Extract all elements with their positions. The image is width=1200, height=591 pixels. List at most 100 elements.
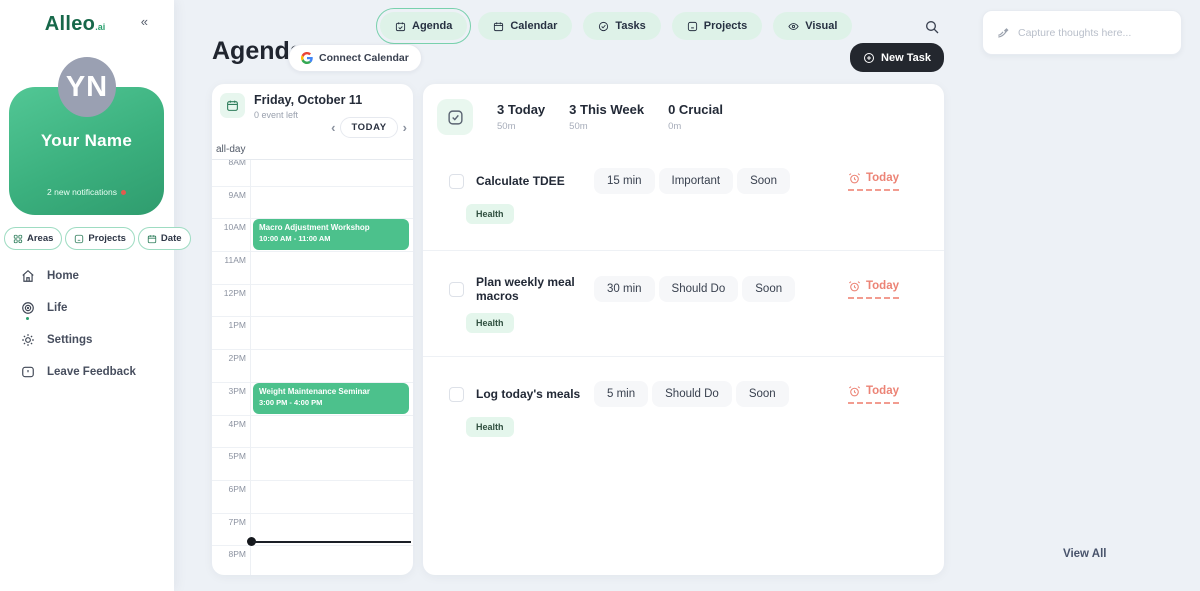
alarm-clock-icon xyxy=(848,172,861,185)
hour-row: 4PM xyxy=(212,415,413,448)
notifications-text[interactable]: 2 new notifications xyxy=(9,187,164,197)
gear-icon xyxy=(21,333,35,347)
task-urgency-pill[interactable]: Soon xyxy=(736,381,789,407)
calendar-event[interactable]: Weight Maintenance Seminar 3:00 PM - 4:0… xyxy=(253,383,409,414)
hour-row: 2PM xyxy=(212,349,413,382)
tasks-panel: 3 Today 50m 3 This Week 50m 0 Crucial 0m… xyxy=(423,84,944,575)
tab-label: Calendar xyxy=(510,20,557,32)
sidebar-nav: Home Life Settings Leave Feedback xyxy=(21,260,174,388)
tab-agenda[interactable]: Agenda xyxy=(380,12,467,40)
event-time: 10:00 AM - 11:00 AM xyxy=(259,234,403,243)
tab-visual[interactable]: Visual xyxy=(773,12,852,40)
sidebar-filter-row: Areas Projects Date xyxy=(4,227,191,250)
task-title: Plan weekly meal macros xyxy=(476,275,594,303)
filter-label: Date xyxy=(161,233,182,244)
task-duration-pill[interactable]: 15 min xyxy=(594,168,655,194)
google-logo-icon xyxy=(301,52,313,64)
task-priority-pill[interactable]: Should Do xyxy=(659,276,739,302)
sidebar-item-label: Settings xyxy=(47,334,92,346)
sidebar-item-settings[interactable]: Settings xyxy=(21,324,174,356)
tab-label: Visual xyxy=(805,20,837,32)
stat-label: 3 This Week xyxy=(569,102,644,117)
all-day-label: all-day xyxy=(212,140,413,155)
today-button[interactable]: TODAY xyxy=(340,117,397,138)
hour-row: 1PM xyxy=(212,316,413,349)
task-checkbox[interactable] xyxy=(449,174,464,189)
tab-calendar[interactable]: Calendar xyxy=(478,12,572,40)
task-tag-health[interactable]: Health xyxy=(466,417,514,437)
hour-label: 6PM xyxy=(212,484,246,494)
task-checkbox[interactable] xyxy=(449,387,464,402)
hour-label: 4PM xyxy=(212,419,246,429)
hour-label: 7PM xyxy=(212,517,246,527)
target-icon xyxy=(21,301,35,315)
sidebar-item-life[interactable]: Life xyxy=(21,292,174,324)
calendar-event[interactable]: Macro Adjustment Workshop 10:00 AM - 11:… xyxy=(253,219,409,250)
task-item: Log today's meals 5 min Should Do Soon T… xyxy=(423,356,944,462)
hour-label: 5PM xyxy=(212,451,246,461)
hour-row: 5PM xyxy=(212,447,413,480)
task-duration-pill[interactable]: 30 min xyxy=(594,276,655,302)
search-icon[interactable] xyxy=(924,19,940,35)
calendar-panel: Friday, October 11 0 event left ‹ TODAY … xyxy=(212,84,413,575)
prev-day-icon[interactable]: ‹ xyxy=(331,121,335,134)
task-due-label: Today xyxy=(866,280,899,292)
task-duration-pill[interactable]: 5 min xyxy=(594,381,648,407)
connect-calendar-button[interactable]: Connect Calendar xyxy=(288,44,422,72)
task-due-badge[interactable]: Today xyxy=(848,172,899,191)
task-tags: Health xyxy=(449,313,930,333)
new-task-button[interactable]: New Task xyxy=(850,43,944,72)
calendar-date-title: Friday, October 11 xyxy=(254,93,362,107)
capture-thoughts-box xyxy=(982,10,1182,55)
filter-projects-button[interactable]: Projects xyxy=(65,227,135,250)
task-due-badge[interactable]: Today xyxy=(848,280,899,299)
logo-suffix: .ai xyxy=(95,22,105,32)
next-day-icon[interactable]: › xyxy=(403,121,407,134)
avatar[interactable]: YN xyxy=(58,57,116,117)
pen-icon xyxy=(996,26,1010,40)
task-tag-health[interactable]: Health xyxy=(466,313,514,333)
filter-date-button[interactable]: Date xyxy=(138,227,191,250)
filter-label: Projects xyxy=(88,233,126,244)
projects-box-icon xyxy=(74,234,84,244)
tab-tasks[interactable]: Tasks xyxy=(583,12,660,40)
filter-label: Areas xyxy=(27,233,53,244)
main-tabs: Agenda Calendar Tasks Projects Visual xyxy=(380,12,852,40)
hour-row: 12PM xyxy=(212,284,413,317)
task-item: Plan weekly meal macros 30 min Should Do… xyxy=(423,250,944,356)
task-due-label: Today xyxy=(866,385,899,397)
view-all-link[interactable]: View All xyxy=(1063,548,1106,560)
hour-label: 3PM xyxy=(212,386,246,396)
sidebar-item-home[interactable]: Home xyxy=(21,260,174,292)
task-priority-pill[interactable]: Important xyxy=(659,168,734,194)
alarm-clock-icon xyxy=(848,280,861,293)
tasks-header: 3 Today 50m 3 This Week 50m 0 Crucial 0m xyxy=(437,99,723,135)
stat-minutes: 50m xyxy=(569,121,644,132)
sidebar-item-leave-feedback[interactable]: Leave Feedback xyxy=(21,356,174,388)
hour-label: 9AM xyxy=(212,190,246,200)
capture-thoughts-input[interactable] xyxy=(1018,27,1168,39)
filter-areas-button[interactable]: Areas xyxy=(4,227,62,250)
task-urgency-pill[interactable]: Soon xyxy=(737,168,790,194)
task-checkbox[interactable] xyxy=(449,282,464,297)
hour-row: 6PM xyxy=(212,480,413,513)
task-item: Calculate TDEE 15 min Important Soon Tod… xyxy=(423,144,944,250)
calendar-header: Friday, October 11 0 event left xyxy=(220,93,405,120)
task-due-badge[interactable]: Today xyxy=(848,385,899,404)
task-urgency-pill[interactable]: Soon xyxy=(742,276,795,302)
task-priority-pill[interactable]: Should Do xyxy=(652,381,732,407)
projects-box-icon xyxy=(687,21,698,32)
app-root: Alleo.ai « Your Name 2 new notifications… xyxy=(0,0,1200,591)
notification-dot-icon xyxy=(121,190,126,195)
tab-projects[interactable]: Projects xyxy=(672,12,762,40)
collapse-sidebar-icon[interactable]: « xyxy=(141,14,148,29)
task-row: Plan weekly meal macros 30 min Should Do… xyxy=(449,275,930,303)
hour-label: 1PM xyxy=(212,320,246,330)
feedback-icon xyxy=(21,365,35,379)
task-title: Log today's meals xyxy=(476,387,594,401)
task-row: Calculate TDEE 15 min Important Soon Tod… xyxy=(449,168,930,194)
event-title: Macro Adjustment Workshop xyxy=(259,223,403,232)
hour-label: 12PM xyxy=(212,288,246,298)
hour-label: 11AM xyxy=(212,255,246,265)
task-tag-health[interactable]: Health xyxy=(466,204,514,224)
